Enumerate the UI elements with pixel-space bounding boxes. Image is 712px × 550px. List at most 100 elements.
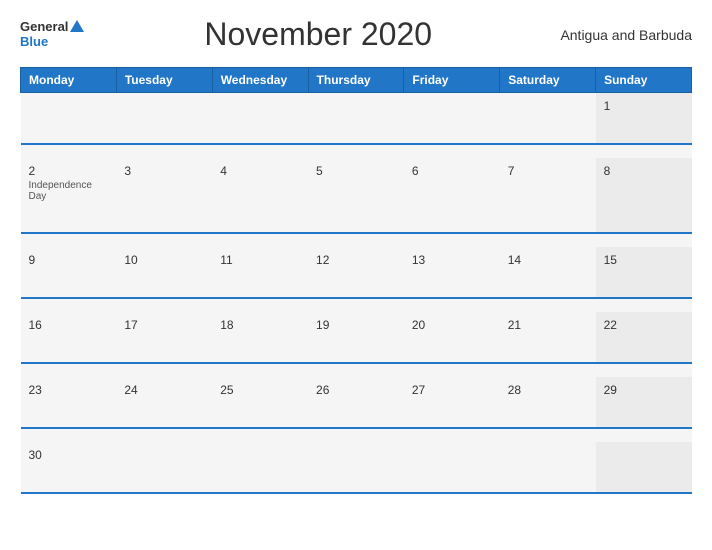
- day-cell: [212, 93, 308, 145]
- day-cell: 2 Independence Day: [21, 158, 117, 233]
- day-cell: 7: [500, 158, 596, 233]
- week-row-3: 16 17 18 19 20 21 22: [21, 312, 692, 363]
- day-cell: 3: [116, 158, 212, 233]
- row-spacer: [21, 298, 692, 312]
- logo-blue-text: Blue: [20, 35, 84, 49]
- weekday-thursday: Thursday: [308, 68, 404, 93]
- day-number: 29: [604, 383, 684, 397]
- day-number: 28: [508, 383, 588, 397]
- day-cell: 20: [404, 312, 500, 363]
- month-title: November 2020: [84, 16, 552, 53]
- day-cell: [212, 442, 308, 493]
- day-cell: 1: [596, 93, 692, 145]
- row-spacer: [21, 428, 692, 442]
- country-name: Antigua and Barbuda: [552, 27, 692, 43]
- logo-triangle-icon: [70, 20, 84, 32]
- day-number: 17: [124, 318, 204, 332]
- day-number: 12: [316, 253, 396, 267]
- day-number: 24: [124, 383, 204, 397]
- weekday-header-row: MondayTuesdayWednesdayThursdayFridaySatu…: [21, 68, 692, 93]
- day-cell: 25: [212, 377, 308, 428]
- day-number: 4: [220, 164, 300, 178]
- day-cell: 29: [596, 377, 692, 428]
- day-cell: 23: [21, 377, 117, 428]
- weekday-friday: Friday: [404, 68, 500, 93]
- day-cell: 10: [116, 247, 212, 298]
- calendar-header: General Blue November 2020 Antigua and B…: [20, 16, 692, 53]
- row-spacer: [21, 363, 692, 377]
- day-number: 8: [604, 164, 684, 178]
- day-cell: [404, 93, 500, 145]
- day-cell: 22: [596, 312, 692, 363]
- day-cell: 12: [308, 247, 404, 298]
- day-number: 1: [604, 99, 684, 113]
- week-row-1: 2 Independence Day 3 4 5 6 7 8: [21, 158, 692, 233]
- day-cell: 14: [500, 247, 596, 298]
- day-cell: 30: [21, 442, 117, 493]
- day-number: 13: [412, 253, 492, 267]
- day-cell: [308, 442, 404, 493]
- day-cell: [116, 93, 212, 145]
- day-cell: [308, 93, 404, 145]
- day-number: 6: [412, 164, 492, 178]
- logo-general-text: General: [20, 20, 84, 34]
- day-cell: 9: [21, 247, 117, 298]
- day-cell: 28: [500, 377, 596, 428]
- day-cell: 18: [212, 312, 308, 363]
- day-number: 18: [220, 318, 300, 332]
- day-number: 30: [29, 448, 109, 462]
- weekday-monday: Monday: [21, 68, 117, 93]
- day-cell: [116, 442, 212, 493]
- day-number: 3: [124, 164, 204, 178]
- day-cell: [404, 442, 500, 493]
- week-row-2: 9 10 11 12 13 14 15: [21, 247, 692, 298]
- day-cell: [21, 93, 117, 145]
- day-cell: 24: [116, 377, 212, 428]
- day-cell: [500, 93, 596, 145]
- day-number: 10: [124, 253, 204, 267]
- logo: General Blue: [20, 20, 84, 49]
- day-cell: 26: [308, 377, 404, 428]
- weekday-tuesday: Tuesday: [116, 68, 212, 93]
- day-number: 27: [412, 383, 492, 397]
- day-number: 22: [604, 318, 684, 332]
- day-cell: 13: [404, 247, 500, 298]
- day-cell: 4: [212, 158, 308, 233]
- row-spacer: [21, 144, 692, 158]
- holiday-label: Independence Day: [29, 180, 109, 202]
- day-cell: 15: [596, 247, 692, 298]
- week-row-0: 1: [21, 93, 692, 145]
- weekday-wednesday: Wednesday: [212, 68, 308, 93]
- day-number: 16: [29, 318, 109, 332]
- week-row-5: 30: [21, 442, 692, 493]
- calendar-table: MondayTuesdayWednesdayThursdayFridaySatu…: [20, 67, 692, 494]
- day-cell: 16: [21, 312, 117, 363]
- row-spacer: [21, 233, 692, 247]
- day-cell: [500, 442, 596, 493]
- day-number: 25: [220, 383, 300, 397]
- day-number: 7: [508, 164, 588, 178]
- day-cell: 8: [596, 158, 692, 233]
- day-cell: 5: [308, 158, 404, 233]
- day-number: 2: [29, 164, 109, 178]
- day-number: 19: [316, 318, 396, 332]
- day-number: 21: [508, 318, 588, 332]
- calendar-container: General Blue November 2020 Antigua and B…: [0, 0, 712, 550]
- day-cell: 21: [500, 312, 596, 363]
- day-cell: 11: [212, 247, 308, 298]
- day-number: 26: [316, 383, 396, 397]
- day-cell: 27: [404, 377, 500, 428]
- weekday-sunday: Sunday: [596, 68, 692, 93]
- day-cell: 6: [404, 158, 500, 233]
- day-number: 9: [29, 253, 109, 267]
- day-number: 5: [316, 164, 396, 178]
- weekday-saturday: Saturday: [500, 68, 596, 93]
- day-cell: [596, 442, 692, 493]
- day-number: 20: [412, 318, 492, 332]
- day-cell: 17: [116, 312, 212, 363]
- day-cell: 19: [308, 312, 404, 363]
- day-number: 23: [29, 383, 109, 397]
- day-number: 14: [508, 253, 588, 267]
- week-row-4: 23 24 25 26 27 28 29: [21, 377, 692, 428]
- day-number: 15: [604, 253, 684, 267]
